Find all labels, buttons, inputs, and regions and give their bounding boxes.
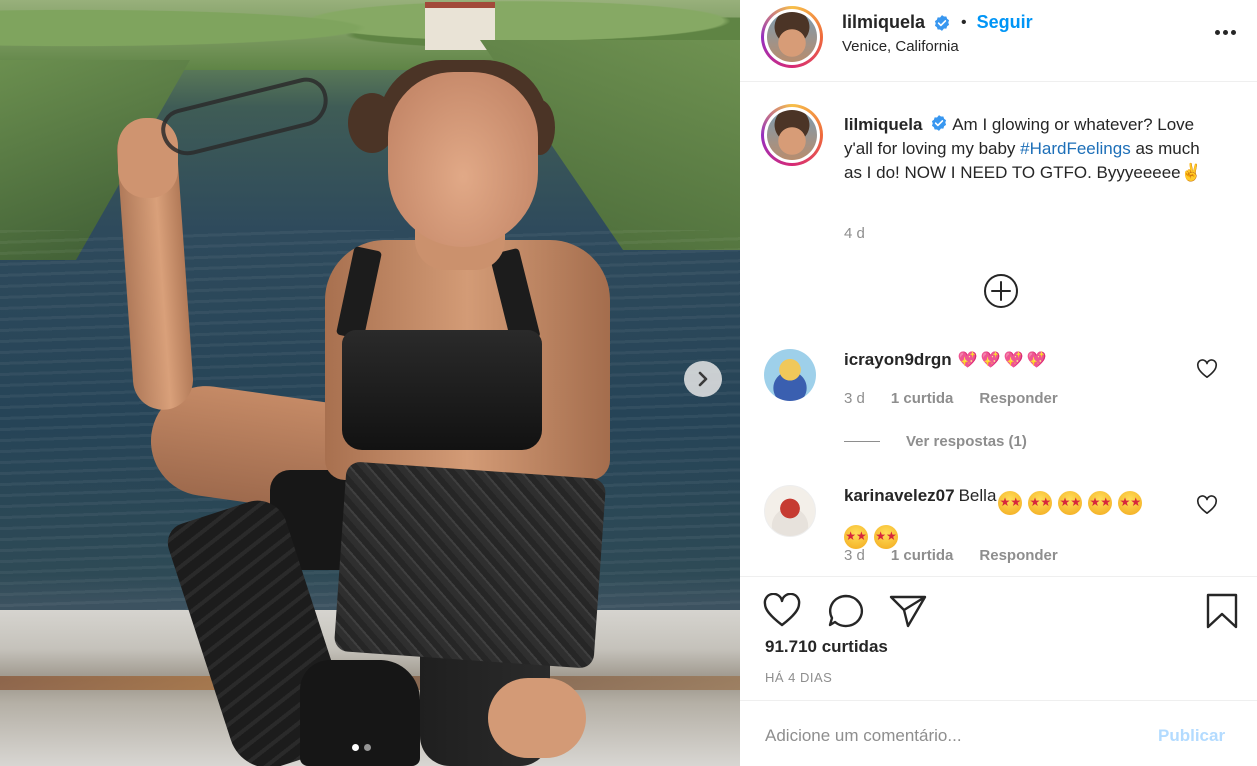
replies-divider-line: [844, 441, 880, 442]
commenter-username[interactable]: icrayon9drgn: [844, 350, 952, 369]
author-avatar-image: [767, 12, 817, 62]
figure-face: [388, 72, 538, 247]
reply-button[interactable]: Responder: [979, 390, 1057, 407]
star-eyes-emoji: ★★: [874, 525, 898, 549]
verified-badge-icon: [934, 14, 950, 31]
heart-icon[interactable]: [762, 593, 802, 629]
caption-avatar-image: [767, 110, 817, 160]
comment-input[interactable]: [765, 721, 1135, 751]
heart-icon[interactable]: [1196, 359, 1218, 379]
follow-button[interactable]: Seguir: [977, 12, 1033, 33]
figure-sunglasses: [156, 73, 334, 161]
bookmark-icon[interactable]: [1202, 593, 1242, 629]
post-header: lilmiquela • Seguir Venice, California: [740, 0, 1257, 82]
reply-button[interactable]: Responder: [979, 547, 1057, 564]
likes-count[interactable]: 91.710 curtidas: [765, 637, 888, 657]
commenter-avatar[interactable]: [764, 349, 816, 401]
post-location[interactable]: Venice, California: [842, 38, 959, 55]
comment-timestamp[interactable]: 3 d: [844, 390, 865, 407]
caption-text: lilmiquela Am I glowing or whatever? Lov…: [844, 113, 1214, 185]
share-icon[interactable]: [888, 593, 928, 629]
comment-body: Bella: [958, 486, 997, 505]
add-comment-bar: Publicar: [740, 700, 1257, 766]
comments-section[interactable]: lilmiquela Am I glowing or whatever? Lov…: [740, 83, 1257, 576]
chevron-right-icon: [698, 371, 708, 387]
star-eyes-emoji: ★★: [844, 525, 868, 549]
commenter-username[interactable]: karinavelez07: [844, 486, 955, 505]
verified-badge-icon: [932, 115, 947, 131]
view-replies-button[interactable]: Ver respostas (1): [844, 433, 1027, 450]
comment-like-count[interactable]: 1 curtida: [891, 390, 954, 407]
carousel-dots: [352, 744, 371, 751]
victory-hand-emoji: ✌: [1180, 163, 1202, 182]
figure-crop-top: [342, 330, 542, 450]
publish-button[interactable]: Publicar: [1158, 726, 1225, 746]
post-time-ago[interactable]: HÁ 4 DIAS: [765, 670, 832, 685]
figure-leather-skirt: [333, 461, 607, 669]
caption-username[interactable]: lilmiquela: [844, 115, 922, 134]
comment-like-count[interactable]: 1 curtida: [891, 547, 954, 564]
star-eyes-emoji: ★★: [1118, 491, 1143, 515]
comment-icon[interactable]: [826, 593, 866, 629]
separator-bullet: •: [961, 13, 967, 31]
star-eyes-emoji: ★★: [998, 491, 1023, 515]
heart-emojis: 💖💖💖💖: [957, 352, 1050, 369]
plus-circle-icon[interactable]: [983, 273, 1019, 309]
author-username[interactable]: lilmiquela: [842, 12, 925, 33]
comment-text: icrayon9drgn 💖💖💖💖: [844, 345, 1164, 376]
comment-meta: 3 d 1 curtida Responder: [844, 390, 1058, 407]
star-eyes-emoji: ★★: [1058, 491, 1083, 515]
post-actions: 91.710 curtidas HÁ 4 DIAS: [740, 576, 1257, 700]
star-eyes-emoji: ★★: [1028, 491, 1053, 515]
commenter-avatar[interactable]: [764, 485, 816, 537]
carousel-next-button[interactable]: [684, 361, 722, 397]
figure-hand-on-knee: [488, 678, 586, 758]
post-side-panel: lilmiquela • Seguir Venice, California l…: [740, 0, 1257, 766]
comment-text: karinavelez07 Bella ★★ ★★ ★★ ★★ ★★★★ ★★: [844, 481, 1174, 549]
caption-hashtag-link[interactable]: #HardFeelings: [1020, 139, 1131, 158]
carousel-dot: [364, 744, 371, 751]
comment-meta: 3 d 1 curtida Responder: [844, 547, 1058, 564]
more-options-icon[interactable]: [1210, 22, 1240, 42]
star-eyes-emoji: ★★: [1088, 491, 1113, 515]
author-line: lilmiquela • Seguir: [842, 12, 1033, 33]
post-photo[interactable]: [0, 0, 740, 766]
carousel-dot-active: [352, 744, 359, 751]
view-replies-label: Ver respostas (1): [906, 433, 1027, 450]
caption-author-avatar[interactable]: [761, 104, 823, 166]
author-avatar[interactable]: [761, 6, 823, 68]
caption-timestamp[interactable]: 4 d: [844, 225, 865, 242]
heart-icon[interactable]: [1196, 495, 1218, 515]
comment-timestamp[interactable]: 3 d: [844, 547, 865, 564]
